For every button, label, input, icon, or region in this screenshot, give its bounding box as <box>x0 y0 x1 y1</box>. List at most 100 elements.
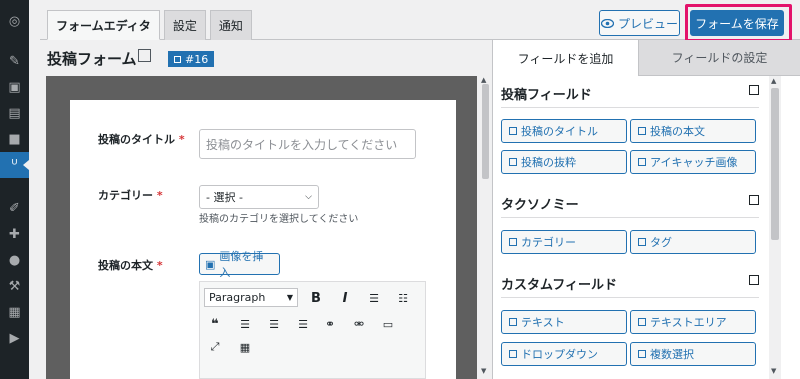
format-select[interactable]: Paragraph ▼ <box>204 288 298 307</box>
section-divider <box>501 297 759 298</box>
toolbar-toggle-icon[interactable]: ▦ <box>236 338 254 356</box>
tab-notifications[interactable]: 通知 <box>209 10 252 40</box>
fullscreen-icon[interactable]: ⤢ <box>206 338 224 356</box>
save-form-button[interactable]: フォームを保存 <box>690 10 784 36</box>
add-field-text[interactable]: テキスト <box>501 310 627 334</box>
scroll-down-icon[interactable]: ▼ <box>771 367 776 375</box>
add-field-tag[interactable]: タグ <box>630 230 756 254</box>
add-field-category[interactable]: カテゴリー <box>501 230 627 254</box>
field-button-label: カテゴリー <box>521 236 576 249</box>
tab-field-settings[interactable]: フィールドの設定 <box>638 40 800 76</box>
field-button-label: ドロップダウン <box>521 348 598 361</box>
required-mark: * <box>178 133 185 146</box>
square-icon <box>638 238 646 246</box>
content-field-label: 投稿の本文 * <box>98 257 163 273</box>
scroll-down-icon[interactable]: ▼ <box>481 367 486 375</box>
dashboard-icon[interactable]: ◎ <box>0 8 29 34</box>
settings-icon[interactable]: ▦ <box>0 299 29 325</box>
collapse-toggle-icon[interactable] <box>749 195 759 205</box>
square-icon <box>638 318 646 326</box>
scroll-up-icon[interactable]: ▲ <box>481 76 486 84</box>
appearance-icon[interactable]: ✐ <box>0 195 29 221</box>
form-id: #16 <box>185 52 209 66</box>
field-button-label: 投稿の抜粋 <box>521 156 576 169</box>
section-heading-taxonomy: タクソノミー <box>501 198 579 213</box>
align-right-icon[interactable]: ☰ <box>294 315 312 333</box>
field-button-label: タグ <box>650 236 672 249</box>
plugins-icon[interactable]: ✚ <box>0 221 29 247</box>
category-select[interactable]: - 選択 - ⌵ <box>199 185 319 209</box>
users-icon[interactable]: ● <box>0 247 29 273</box>
collapse-icon[interactable]: ▶ <box>0 325 29 351</box>
form-title: 投稿フォーム <box>47 50 137 68</box>
bold-icon[interactable]: B <box>307 289 325 307</box>
app-root: ◎ ✎ ▣ ▤ ■ ᵁ ✐ ✚ ● ⚒ ▦ ▶ フォームエディタ 設定 通知 プ… <box>0 0 800 379</box>
title-field-label: 投稿のタイトル * <box>98 131 185 147</box>
editor-tabs: フォームエディタ 設定 通知 <box>47 10 252 40</box>
align-center-icon[interactable]: ☰ <box>265 315 283 333</box>
numbered-list-icon[interactable]: ☷ <box>394 289 412 307</box>
pages-icon[interactable]: ▤ <box>0 100 29 126</box>
field-button-label: アイキャッチ画像 <box>650 156 738 169</box>
tab-form-editor[interactable]: フォームエディタ <box>47 10 160 40</box>
tools-icon[interactable]: ⚒ <box>0 273 29 299</box>
collapse-toggle-icon[interactable] <box>749 85 759 95</box>
italic-icon[interactable]: I <box>336 289 354 307</box>
category-help-text: 投稿のカテゴリを選択してください <box>199 214 359 225</box>
field-button-label: 投稿の本文 <box>650 125 705 138</box>
add-field-post-title[interactable]: 投稿のタイトル <box>501 119 627 143</box>
blockquote-icon[interactable]: ❝ <box>206 315 224 333</box>
tab-add-fields[interactable]: フィールドを追加 <box>493 40 638 76</box>
read-more-icon[interactable]: ▭ <box>379 315 397 333</box>
section-heading-post-fields: 投稿フィールド <box>501 88 592 103</box>
form-id-badge: #16 <box>168 51 215 67</box>
link-icon[interactable]: ⚭ <box>321 315 339 333</box>
square-icon <box>509 318 517 326</box>
add-field-post-content[interactable]: 投稿の本文 <box>630 119 756 143</box>
add-field-post-excerpt[interactable]: 投稿の抜粋 <box>501 150 627 174</box>
square-icon <box>509 350 517 358</box>
pin-icon[interactable]: ✎ <box>0 48 29 74</box>
insert-image-button[interactable]: ▣ 画像を挿入 <box>199 250 280 279</box>
preview-label: プレビュー <box>617 16 678 31</box>
bullet-list-icon[interactable]: ☰ <box>365 289 383 307</box>
preview-scroll-thumb[interactable] <box>482 84 489 179</box>
add-field-multi-select[interactable]: 複数選択 <box>630 342 756 366</box>
media-icon[interactable]: ▣ <box>0 74 29 100</box>
collapse-toggle-icon[interactable] <box>749 275 759 285</box>
content-editor[interactable]: Paragraph ▼ B I ☰ ☷ ❝ ☰ ☰ ☰ ⚭ ⚮ ▭ ⤢ ▦ <box>199 281 426 379</box>
field-button-label: テキスト <box>521 316 565 329</box>
add-field-textarea[interactable]: テキストエリア <box>630 310 756 334</box>
comments-icon[interactable]: ■ <box>0 126 29 152</box>
square-icon <box>509 158 517 166</box>
title-input[interactable]: 投稿のタイトルを入力してください <box>199 129 416 159</box>
edit-title-icon[interactable] <box>138 49 151 62</box>
format-value: Paragraph <box>209 291 266 304</box>
forms-plugin-icon[interactable]: ᵁ <box>0 152 29 178</box>
section-divider <box>501 107 759 108</box>
square-icon <box>638 127 646 135</box>
image-icon: ▣ <box>205 257 216 271</box>
copy-icon <box>174 55 181 63</box>
caret-down-icon: ▼ <box>286 293 293 302</box>
section-heading-custom-fields: カスタムフィールド <box>501 278 617 293</box>
content-label-text: 投稿の本文 <box>98 259 153 272</box>
admin-sidebar: ◎ ✎ ▣ ▤ ■ ᵁ ✐ ✚ ● ⚒ ▦ ▶ <box>0 0 29 379</box>
insert-image-label: 画像を挿入 <box>219 250 264 279</box>
scroll-up-icon[interactable]: ▲ <box>771 77 776 85</box>
field-button-label: 投稿のタイトル <box>521 125 598 138</box>
field-button-label: 複数選択 <box>650 348 694 361</box>
category-field-label: カテゴリー * <box>98 187 163 203</box>
add-field-featured-image[interactable]: アイキャッチ画像 <box>630 150 756 174</box>
tab-settings[interactable]: 設定 <box>163 10 206 40</box>
preview-button[interactable]: プレビュー <box>599 10 680 36</box>
fields-scroll-thumb[interactable] <box>771 88 779 240</box>
square-icon <box>638 158 646 166</box>
add-field-dropdown[interactable]: ドロップダウン <box>501 342 627 366</box>
unlink-icon[interactable]: ⚮ <box>350 315 368 333</box>
section-divider <box>501 217 759 218</box>
square-icon <box>509 238 517 246</box>
title-label-text: 投稿のタイトル <box>98 133 175 146</box>
required-mark: * <box>156 189 163 202</box>
align-left-icon[interactable]: ☰ <box>236 315 254 333</box>
